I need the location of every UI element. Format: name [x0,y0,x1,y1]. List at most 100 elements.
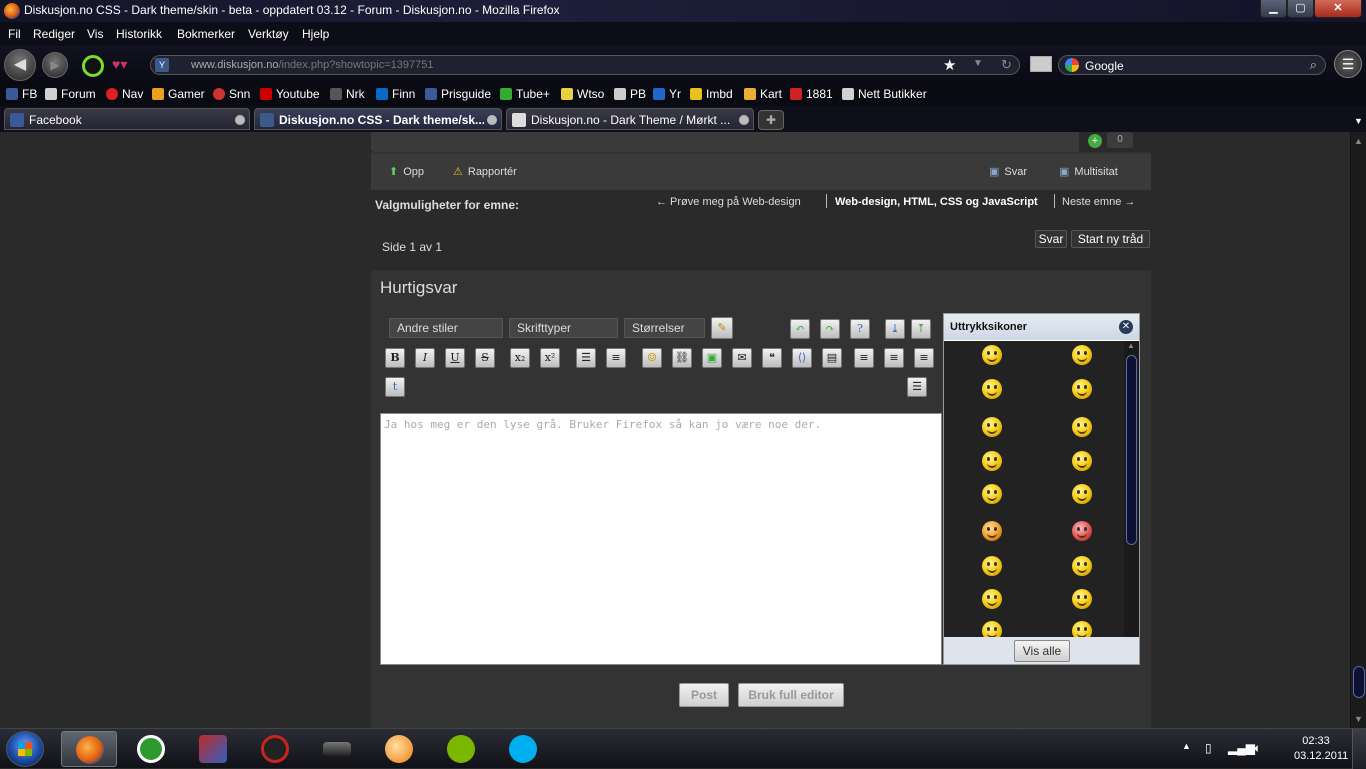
smiley-icon[interactable] [982,417,1002,437]
smiley-icon[interactable] [982,345,1002,365]
smiley-icon[interactable] [1072,521,1092,541]
taskbar-utorrent[interactable] [123,731,179,767]
bold-icon[interactable]: B [385,348,405,368]
bookmark-finn[interactable]: Finn [376,87,415,101]
network-icon[interactable]: ▂▄▆ [1228,741,1255,755]
message-textarea[interactable]: Ja hos meg er den lyse grå. Bruker Firef… [380,413,942,665]
google-icon[interactable] [1065,58,1079,72]
bookmark-nav[interactable]: Nav [106,87,143,101]
bookmark-gamer[interactable]: Gamer [152,87,205,101]
smiley-icon[interactable] [1072,589,1092,609]
search-bar[interactable]: Google ⌕ [1058,55,1326,75]
undo-icon[interactable]: ↶ [790,319,810,339]
scroll-up-icon[interactable]: ▲ [1354,136,1363,146]
help-icon[interactable]: ? [850,319,870,339]
taskbar-blocked-app[interactable] [247,731,303,767]
url-bar[interactable]: Y www.diskusjon.no/index.php?showtopic=1… [150,55,1020,75]
tab-diskusjon-css[interactable]: Diskusjon.no CSS - Dark theme/sk... [254,108,502,130]
menu-verktoy[interactable]: Verktøy [248,27,289,41]
smiley-icon[interactable] [982,451,1002,471]
bookmark-menu-icon[interactable]: ♥▾ [112,56,130,74]
smiley-icon[interactable] [1072,417,1092,437]
tray-expand-icon[interactable]: ▲ [1182,741,1191,751]
scroll-down-icon[interactable]: ▼ [1354,714,1363,724]
smiley-icon[interactable] [1072,621,1092,637]
smiley-icon[interactable]: ☺ [642,348,662,368]
search-icon[interactable]: ⌕ [1310,57,1317,73]
scrollbar-thumb[interactable] [1126,355,1137,545]
underline-icon[interactable]: U [445,348,465,368]
close-icon[interactable]: ✕ [1119,320,1133,334]
twitter-icon[interactable]: t [385,377,405,397]
mail-icon[interactable] [1030,56,1052,72]
url-text[interactable]: www.diskusjon.no/index.php?showtopic=139… [191,59,433,71]
tab-facebook[interactable]: Facebook [4,108,250,130]
italic-icon[interactable]: I [415,348,435,368]
back-button[interactable]: ◀ [4,49,36,81]
link-icon[interactable]: ⛓ [672,348,692,368]
current-forum-link[interactable]: Web-design, HTML, CSS og JavaScript [835,196,1038,208]
new-topic-button[interactable]: Start ny tråd [1071,230,1150,248]
smiley-icon[interactable] [982,484,1002,504]
smiley-icon[interactable] [982,589,1002,609]
previous-topic-link[interactable]: ← Prøve meg på Web-design [656,196,801,208]
bookmark-snn[interactable]: Snn [213,87,250,101]
emoticons-scrollbar[interactable]: ▲ [1124,341,1139,637]
styles-combo[interactable]: Andre stiler [389,318,503,338]
page-scrollbar[interactable]: ▲ ▼ [1350,132,1366,728]
post-button[interactable]: Post [679,683,729,707]
bookmark-1881[interactable]: 1881 [790,87,833,101]
quote-icon[interactable]: ❝ [762,348,782,368]
align-center-icon[interactable]: ≡ [884,348,904,368]
bookmark-imbd[interactable]: Imbd [690,87,733,101]
menu-rediger[interactable]: Rediger [33,27,75,41]
bookmark-prisguide[interactable]: Prisguide [425,87,491,101]
smiley-icon[interactable] [982,521,1002,541]
image-icon[interactable]: ▣ [702,348,722,368]
new-tab-button[interactable]: ✚ [758,110,784,130]
topic-options-label[interactable]: Valgmuligheter for emne: [375,198,519,212]
code-icon[interactable]: ⟨⟩ [792,348,812,368]
tab-diskusjon-dark-theme[interactable]: Diskusjon.no - Dark Theme / Mørkt ... [506,108,754,130]
taskbar-winrar[interactable] [185,731,241,767]
firefox-menu-icon[interactable]: ☰ [1334,50,1362,78]
bookmark-nett-butikker[interactable]: Nett Butikker [842,87,927,101]
menu-fil[interactable]: Fil [8,27,21,41]
taskbar-origin-app[interactable] [371,731,427,767]
bookmark-youtube[interactable]: Youtube [260,87,320,101]
bookmark-pb[interactable]: PB [614,87,646,101]
subscript-icon[interactable]: x₂ [510,348,530,368]
tab-close-icon[interactable] [487,115,497,125]
superscript-icon[interactable]: x² [540,348,560,368]
font-combo[interactable]: Skrifttyper [509,318,618,338]
smiley-icon[interactable] [1072,556,1092,576]
bookmark-tube-plus[interactable]: Tube+ [500,87,550,101]
bookmark-star-icon[interactable]: ★ [943,56,956,74]
search-engine-label[interactable]: Google [1085,59,1124,73]
full-editor-button[interactable]: Bruk full editor [738,683,844,707]
start-button[interactable] [6,731,44,767]
reply-button[interactable]: Svar [1035,230,1067,248]
minimize-button[interactable]: ▁ [1260,0,1287,18]
volume-icon[interactable]: 🔈︎ [1254,741,1261,756]
taskbar-spotify[interactable] [433,731,489,767]
taskbar-ps3-app[interactable] [309,731,365,767]
scrollbar-thumb[interactable] [1353,666,1365,698]
site-identity-icon[interactable]: Y [155,58,169,72]
maximize-button[interactable]: ▢ [1287,0,1314,18]
align-left-icon[interactable]: ≡ [854,348,874,368]
show-desktop-button[interactable] [1352,729,1366,769]
up-link[interactable]: ⬆ Opp [389,165,424,178]
menu-vis[interactable]: Vis [87,27,103,41]
report-link[interactable]: ⚠ Rapportér [453,165,517,178]
tray-app-icon[interactable]: ▯ [1205,741,1212,755]
size-combo[interactable]: Størrelser [624,318,705,338]
menu-bokmerker[interactable]: Bokmerker [177,27,235,41]
numbered-list-icon[interactable]: ≡ [606,348,626,368]
bullet-list-icon[interactable]: ☰ [576,348,596,368]
toggle-editor-icon[interactable]: ☰ [907,377,927,397]
strikethrough-icon[interactable]: S [475,348,495,368]
tab-close-icon[interactable] [235,115,245,125]
smiley-icon[interactable] [1072,451,1092,471]
taskbar-skype[interactable] [495,731,551,767]
